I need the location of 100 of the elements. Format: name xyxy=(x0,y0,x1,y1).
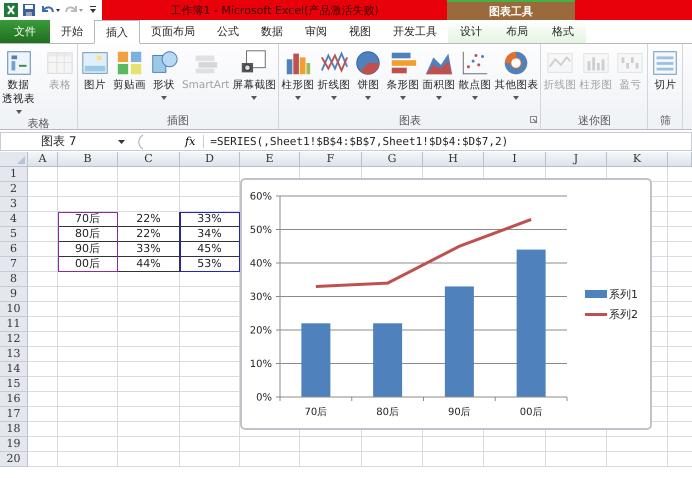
axis-label: 90后 xyxy=(448,407,471,418)
group-label: 插图 xyxy=(167,113,190,128)
line-series[interactable] xyxy=(316,218,532,288)
ribbon-button[interactable]: 面积图 xyxy=(421,46,456,112)
cell-grid[interactable]: 70后 22% 33% 80后 22% 34% 90后 33% 45% 00后 44% 53% 0% 10% 20% 30% 40% 50% 60% 70后 80后 90后 00后 系列1 系列2 xyxy=(28,167,692,467)
row-header[interactable]: 10 xyxy=(0,302,28,317)
ribbon-button[interactable]: 其他图表 xyxy=(493,46,540,112)
table-cell: 45% xyxy=(180,242,240,257)
row-header[interactable]: 11 xyxy=(0,317,28,332)
column-header[interactable] xyxy=(668,152,692,167)
group-label: 迷你图 xyxy=(578,113,611,128)
ribbon-tab[interactable]: 插入 xyxy=(94,20,140,44)
column-header[interactable]: D xyxy=(180,152,240,167)
row-header[interactable]: 16 xyxy=(0,392,28,407)
column-header[interactable]: E xyxy=(240,152,300,167)
insert-function-button[interactable]: fx xyxy=(145,135,204,148)
legend-label: 系列2 xyxy=(609,308,638,321)
column-header[interactable]: I xyxy=(484,152,546,167)
name-box[interactable]: 图表 7 xyxy=(1,133,131,150)
table-cell: 22% xyxy=(118,227,180,242)
column-header[interactable]: A xyxy=(28,152,58,167)
axis-label: 10% xyxy=(250,359,272,370)
ribbon-button[interactable]: 饼图 xyxy=(352,46,384,112)
row-header[interactable]: 4 xyxy=(0,212,28,227)
group-label: 表格 xyxy=(28,116,50,131)
ribbon-button[interactable]: 形状 xyxy=(148,46,180,112)
ribbon-button[interactable]: 剪贴画 xyxy=(112,46,147,112)
dialog-launcher-icon[interactable] xyxy=(530,116,538,123)
table-cell: 34% xyxy=(180,227,240,242)
table-cell: 22% xyxy=(118,212,180,227)
chart-area[interactable]: 0% 10% 20% 30% 40% 50% 60% 70后 80后 90后 00后 系列1 系列2 xyxy=(240,178,652,430)
ribbon-button[interactable]: 图片 xyxy=(79,46,111,112)
ribbon-tab[interactable]: 开始 xyxy=(50,20,94,43)
axis-label: 0% xyxy=(256,392,272,404)
row-header[interactable]: 18 xyxy=(0,422,28,437)
ribbon-button[interactable]: 数据 透视表 xyxy=(1,46,36,116)
caret-icon xyxy=(118,140,125,144)
window-title: 工作簿1 - Microsoft Excel(产品激活失败) xyxy=(170,2,379,18)
column-header[interactable]: G xyxy=(362,152,423,167)
save-icon[interactable] xyxy=(22,3,36,17)
row-header[interactable]: 19 xyxy=(0,437,28,452)
axis-label: 50% xyxy=(250,225,272,236)
table-cell: 44% xyxy=(118,257,180,272)
legend-label: 系列1 xyxy=(609,288,638,301)
contextual-tab-header: 图表工具 xyxy=(447,0,575,20)
bar[interactable] xyxy=(444,286,474,397)
row-header[interactable]: 8 xyxy=(0,272,28,287)
column-header[interactable]: F xyxy=(300,152,362,167)
ribbon-tab[interactable]: 审阅 xyxy=(294,20,338,43)
ribbon-tab[interactable]: 公式 xyxy=(206,20,250,43)
row-header[interactable]: 9 xyxy=(0,287,28,302)
bar[interactable] xyxy=(301,323,330,397)
row-header[interactable]: 17 xyxy=(0,407,28,422)
table-cell: 70后 xyxy=(58,212,118,227)
axis-label: 70后 xyxy=(304,407,328,418)
axis-label: 80后 xyxy=(376,407,399,418)
ribbon-tab[interactable]: 布局 xyxy=(494,20,540,43)
row-header[interactable]: 6 xyxy=(0,242,28,257)
table-cell: 80后 xyxy=(58,227,118,242)
row-header[interactable]: 12 xyxy=(0,332,28,347)
formula-field[interactable]: =SERIES(,Sheet1!$B$4:$B$7,Sheet1!$D$4:$D$7,2) xyxy=(203,135,691,148)
select-all-button[interactable] xyxy=(0,152,28,167)
ribbon-button[interactable]: 柱形图 xyxy=(280,46,316,112)
ribbon-button[interactable]: 散点图 xyxy=(457,46,492,112)
ribbon-button[interactable]: 切片 xyxy=(649,46,682,112)
ribbon-button[interactable]: 条形图 xyxy=(385,46,420,112)
axis-label: 20% xyxy=(250,326,272,336)
ribbon-tab[interactable]: 格式 xyxy=(540,20,586,43)
row-header[interactable]: 3 xyxy=(0,197,28,212)
ribbon-tab[interactable]: 视图 xyxy=(338,20,382,43)
group-label: 图表 xyxy=(398,113,421,128)
row-header[interactable]: 20 xyxy=(0,452,28,467)
ribbon-tab[interactable]: 设计 xyxy=(448,20,494,43)
ribbon-tab[interactable]: 页面布局 xyxy=(140,20,206,43)
ribbon-tab[interactable]: 文件 xyxy=(0,20,50,43)
row-header[interactable]: 14 xyxy=(0,362,28,377)
row-header[interactable]: 15 xyxy=(0,377,28,392)
ribbon-tab[interactable]: 数据 xyxy=(250,20,294,43)
bar[interactable] xyxy=(516,250,546,397)
row-header[interactable]: 1 xyxy=(0,167,28,182)
column-header[interactable]: C xyxy=(118,152,180,167)
ribbon-button[interactable]: 折线图 xyxy=(316,46,352,112)
column-header[interactable]: B xyxy=(58,152,118,167)
column-header[interactable]: K xyxy=(607,152,668,167)
row-header[interactable]: 2 xyxy=(0,182,28,197)
ribbon-button[interactable]: 屏幕截图 xyxy=(231,46,278,112)
table-cell: 33% xyxy=(118,242,180,257)
group-label: 筛 xyxy=(660,113,671,128)
table-cell: 33% xyxy=(180,212,240,227)
axis-label: 40% xyxy=(250,258,272,270)
ribbon-tab[interactable]: 开发工具 xyxy=(382,20,448,43)
axis-label: 60% xyxy=(250,192,272,202)
row-header[interactable]: 7 xyxy=(0,257,28,272)
row-header[interactable]: 13 xyxy=(0,347,28,362)
excel-logo-icon xyxy=(4,3,18,17)
column-header[interactable]: H xyxy=(423,152,484,167)
row-header[interactable]: 5 xyxy=(0,227,28,242)
table-cell: 90后 xyxy=(58,242,118,257)
bar[interactable] xyxy=(373,323,402,397)
column-header[interactable]: J xyxy=(546,152,607,167)
